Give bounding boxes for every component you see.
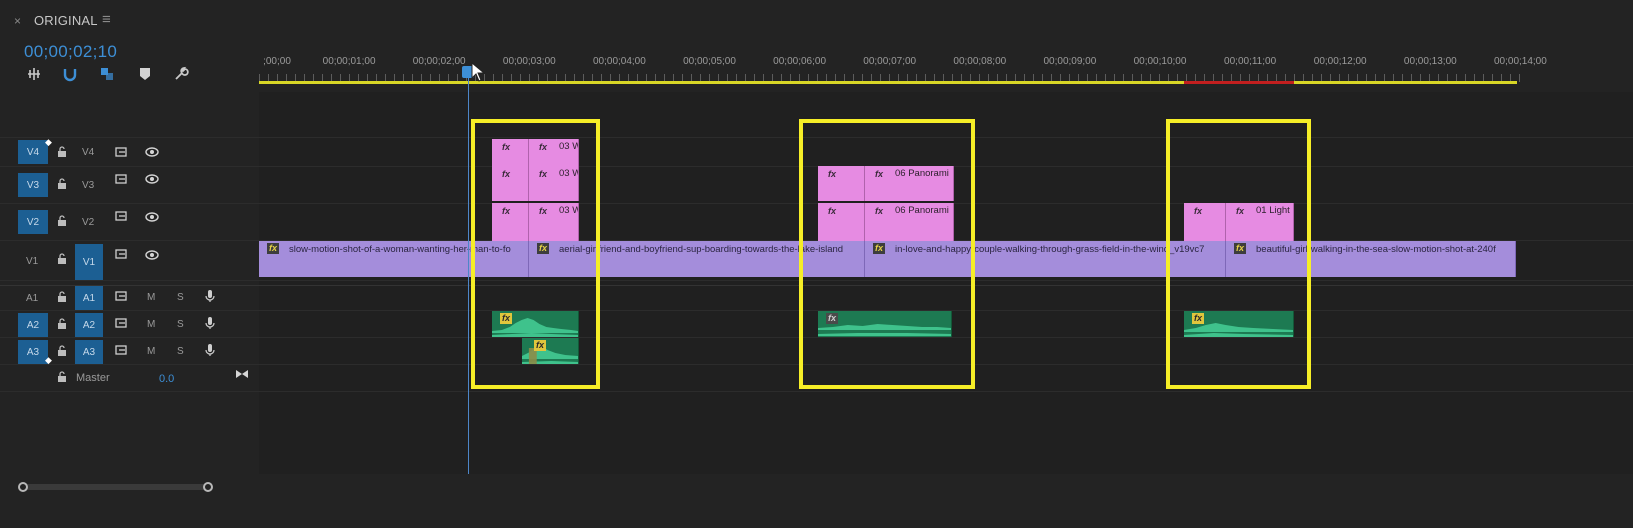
mouse-cursor-icon bbox=[471, 61, 486, 87]
add-marker-icon[interactable] bbox=[134, 64, 156, 84]
mute-button[interactable]: M bbox=[147, 346, 155, 357]
ruler-time-label: 00;00;06;00 bbox=[773, 56, 827, 67]
master-track-label: Master bbox=[76, 372, 110, 384]
panel-menu-icon[interactable]: ≡ bbox=[102, 11, 111, 28]
lock-icon[interactable] bbox=[55, 177, 69, 191]
ruler-time-label: 00;00;03;00 bbox=[502, 56, 556, 67]
zoom-scrollbar-right-handle[interactable] bbox=[203, 482, 213, 492]
ruler-time-label: 00;00;14;00 bbox=[1493, 56, 1547, 67]
track-target-v1[interactable]: V1 bbox=[75, 244, 103, 280]
ruler-time-label: 00;00;13;00 bbox=[1403, 56, 1457, 67]
source-patch-a3[interactable]: A3 bbox=[18, 340, 48, 364]
horizontal-scroll-area bbox=[0, 474, 1633, 528]
patch-indicator-icon: ◆ bbox=[45, 355, 52, 365]
ruler-time-label: 00;00;01;00 bbox=[322, 56, 376, 67]
ruler-time-label: 00;00;07;00 bbox=[863, 56, 917, 67]
playhead-line[interactable] bbox=[468, 72, 469, 482]
toggle-output-eye-icon[interactable] bbox=[145, 172, 159, 186]
sync-lock-icon[interactable] bbox=[115, 316, 129, 330]
microphone-icon[interactable] bbox=[203, 343, 217, 357]
lock-icon[interactable] bbox=[55, 214, 69, 228]
source-patch-v4[interactable]: V4 bbox=[18, 140, 48, 164]
toggle-output-eye-icon[interactable] bbox=[145, 210, 159, 224]
track-target-a2[interactable]: A2 bbox=[75, 313, 103, 337]
lock-icon[interactable] bbox=[55, 290, 69, 304]
highlight-box-group-1 bbox=[471, 119, 600, 389]
track-label-v2: V2 bbox=[82, 217, 95, 228]
microphone-icon[interactable] bbox=[203, 289, 217, 303]
sync-lock-icon[interactable] bbox=[115, 247, 129, 261]
playhead-timecode[interactable]: 00;00;02;10 bbox=[24, 42, 117, 62]
mute-button[interactable]: M bbox=[147, 292, 155, 303]
ruler-time-label: 00;00;10;00 bbox=[1133, 56, 1187, 67]
source-patch-a1-label[interactable]: A1 bbox=[26, 293, 38, 304]
master-volume-value[interactable]: 0.0 bbox=[159, 373, 174, 385]
zoom-scrollbar-track[interactable] bbox=[20, 484, 210, 490]
toggle-output-eye-icon[interactable] bbox=[145, 145, 159, 159]
source-patch-v1-label[interactable]: V1 bbox=[26, 256, 38, 267]
ruler-time-label: 00;00;09;00 bbox=[1043, 56, 1097, 67]
sync-lock-icon[interactable] bbox=[115, 289, 129, 303]
ruler-time-label: 00;00;12;00 bbox=[1313, 56, 1367, 67]
ruler-time-label: 00;00;02;00 bbox=[412, 56, 466, 67]
ruler-time-label: 00;00;04;00 bbox=[592, 56, 646, 67]
track-label-v3: V3 bbox=[82, 180, 95, 191]
timeline-panel: × ORIGINAL ≡ 00;00;02;10 ;00;00 00;00;01;… bbox=[0, 0, 1633, 528]
panel-header bbox=[0, 0, 1633, 40]
close-tab-icon[interactable]: × bbox=[14, 14, 21, 28]
ruler-time-label: 00;00;11;00 bbox=[1224, 56, 1277, 67]
lock-icon[interactable] bbox=[55, 145, 69, 159]
go-to-end-bowtie-icon[interactable] bbox=[235, 367, 249, 381]
source-patch-v3[interactable]: V3 bbox=[18, 173, 48, 197]
microphone-icon[interactable] bbox=[203, 316, 217, 330]
ruler-time-label: ;00;00 bbox=[263, 56, 291, 67]
solo-button[interactable]: S bbox=[177, 292, 184, 303]
lock-icon[interactable] bbox=[55, 317, 69, 331]
track-label-v4: V4 bbox=[82, 147, 95, 158]
source-patch-v2[interactable]: V2 bbox=[18, 210, 48, 234]
track-target-a1[interactable]: A1 bbox=[75, 286, 103, 310]
patch-indicator-icon: ◆ bbox=[45, 137, 52, 147]
source-patch-a2[interactable]: A2 bbox=[18, 313, 48, 337]
highlight-box-group-3 bbox=[1166, 119, 1311, 389]
mute-button[interactable]: M bbox=[147, 319, 155, 330]
sync-lock-icon[interactable] bbox=[115, 172, 129, 186]
ruler-time-label: 00;00;05;00 bbox=[683, 56, 736, 67]
fx-badge: fx bbox=[267, 243, 280, 254]
render-status-bar bbox=[1184, 81, 1294, 84]
track-target-a3[interactable]: A3 bbox=[75, 340, 103, 364]
sequence-tab-title[interactable]: ORIGINAL bbox=[34, 13, 98, 28]
solo-button[interactable]: S bbox=[177, 319, 184, 330]
insert-sequence-nest-icon[interactable] bbox=[23, 64, 45, 84]
linked-selection-icon[interactable] bbox=[96, 64, 118, 84]
highlight-box-group-2 bbox=[799, 119, 975, 389]
track-divider bbox=[0, 391, 1633, 392]
lock-icon[interactable] bbox=[55, 252, 69, 266]
sync-lock-icon[interactable] bbox=[115, 145, 129, 159]
zoom-scrollbar-left-handle[interactable] bbox=[18, 482, 28, 492]
sync-lock-icon[interactable] bbox=[115, 343, 129, 357]
ruler-time-label: 00;00;08;00 bbox=[953, 56, 1007, 67]
lock-icon[interactable] bbox=[55, 344, 69, 358]
wrench-settings-icon[interactable] bbox=[170, 64, 192, 84]
snap-magnet-icon[interactable] bbox=[59, 64, 81, 84]
solo-button[interactable]: S bbox=[177, 346, 184, 357]
sync-lock-icon[interactable] bbox=[115, 209, 129, 223]
lock-icon[interactable] bbox=[55, 370, 69, 384]
work-area-bar[interactable] bbox=[259, 81, 1517, 84]
toggle-output-eye-icon[interactable] bbox=[145, 248, 159, 262]
